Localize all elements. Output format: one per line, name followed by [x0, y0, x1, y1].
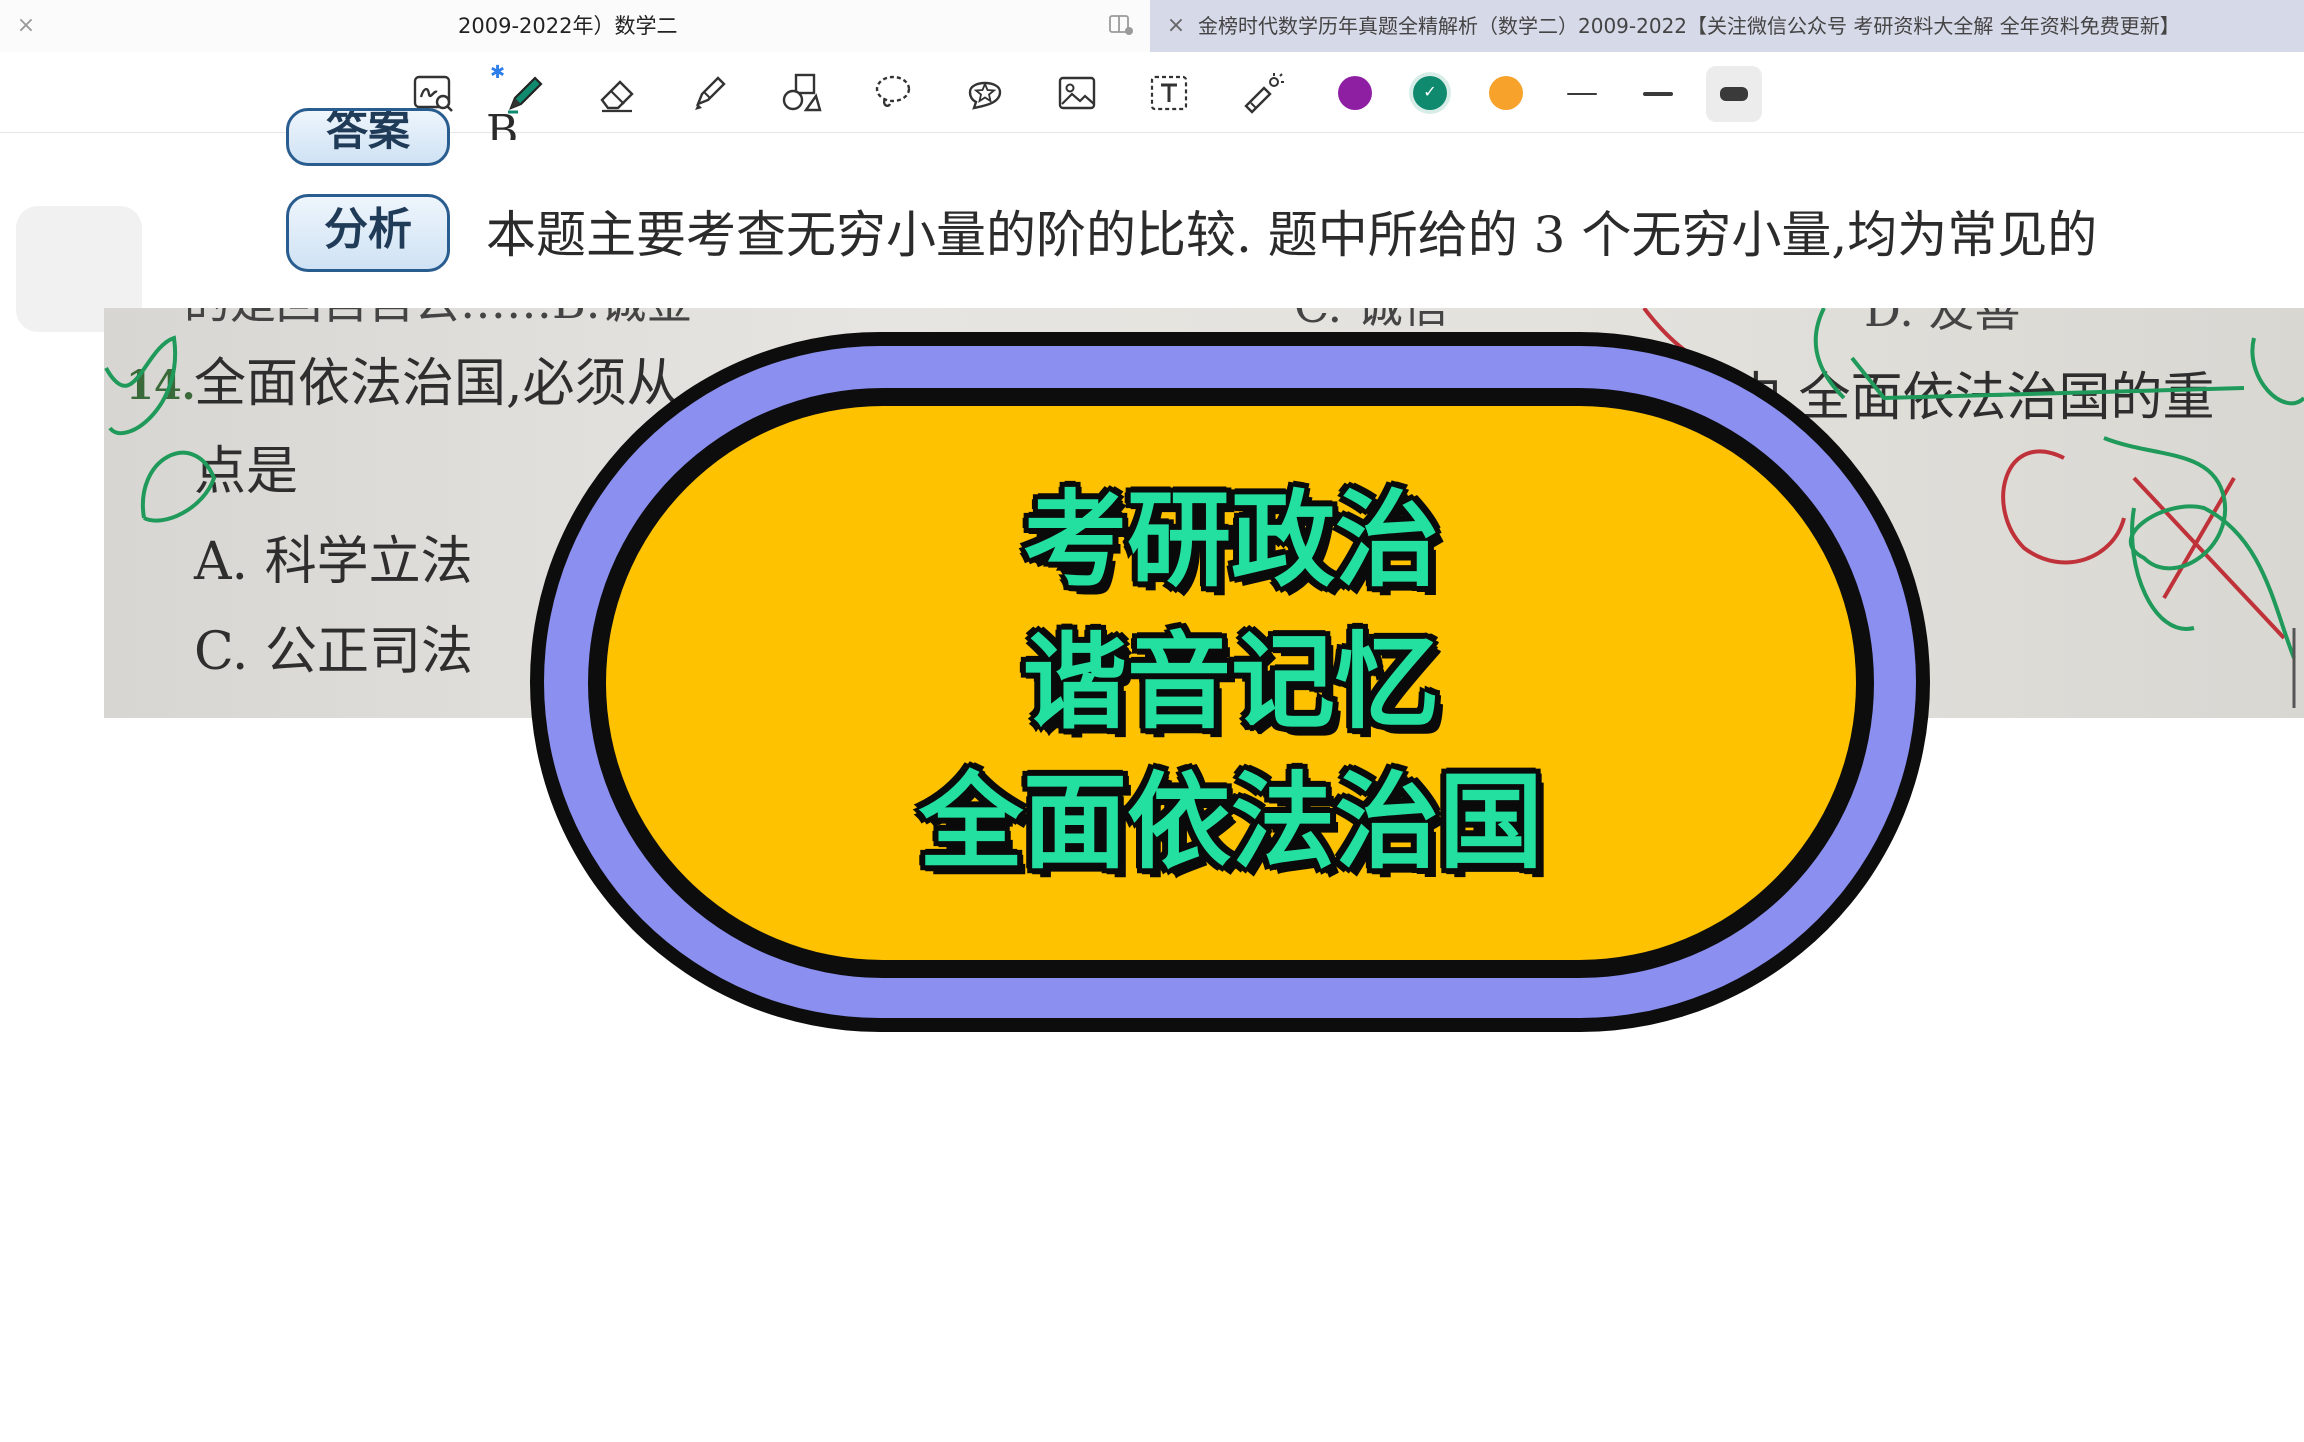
analysis-badge: 分析 — [286, 194, 450, 272]
color-green-swatch[interactable]: ✓ — [1413, 76, 1447, 110]
stroke-thin-option[interactable] — [1554, 66, 1610, 122]
tab-title: 2009-2022年）数学二 — [458, 14, 678, 38]
tab-current-document[interactable]: × 2009-2022年）数学二 — [0, 0, 1150, 52]
lasso-icon[interactable] — [864, 64, 922, 122]
answer-badge: 答案 — [286, 108, 450, 166]
analysis-text: 本题主要考查无穷小量的阶的比较. 题中所给的 3 个无穷小量,均为常见的 — [486, 206, 2098, 264]
laser-pointer-icon[interactable] — [1232, 64, 1290, 122]
color-orange-swatch[interactable] — [1489, 76, 1523, 110]
overlay-title-line-1: 考研政治 — [1022, 479, 1439, 601]
overlay-title-line-3: 全面依法治国 — [918, 761, 1543, 883]
stroke-thick-option[interactable] — [1706, 66, 1762, 122]
sticker-icon[interactable] — [956, 64, 1014, 122]
tab-other-document[interactable]: × 金榜时代数学历年真题全精解析（数学二）2009-2022【关注微信公众号 考… — [1150, 0, 2304, 52]
close-tab-icon[interactable]: × — [1162, 12, 1190, 40]
eraser-icon[interactable] — [588, 64, 646, 122]
stroke-medium-option[interactable] — [1630, 66, 1686, 122]
answer-text: B. — [486, 112, 533, 140]
check-icon: ✓ — [1423, 82, 1437, 101]
tab-title: 金榜时代数学历年真题全精解析（数学二）2009-2022【关注微信公众号 考研资… — [1198, 14, 2180, 38]
tab-bar: × 2009-2022年）数学二 × 金榜时代数学历年真题全精解析（数学二）20… — [0, 0, 2304, 52]
highlighter-icon[interactable] — [680, 64, 738, 122]
overlay-title-line-2: 谐音记忆 — [1022, 621, 1439, 743]
color-purple-swatch[interactable] — [1338, 76, 1372, 110]
split-view-icon[interactable] — [1108, 13, 1134, 37]
close-tab-icon[interactable]: × — [12, 12, 40, 40]
shapes-icon[interactable] — [772, 64, 830, 122]
text-box-icon[interactable] — [1140, 64, 1198, 122]
image-icon[interactable] — [1048, 64, 1106, 122]
